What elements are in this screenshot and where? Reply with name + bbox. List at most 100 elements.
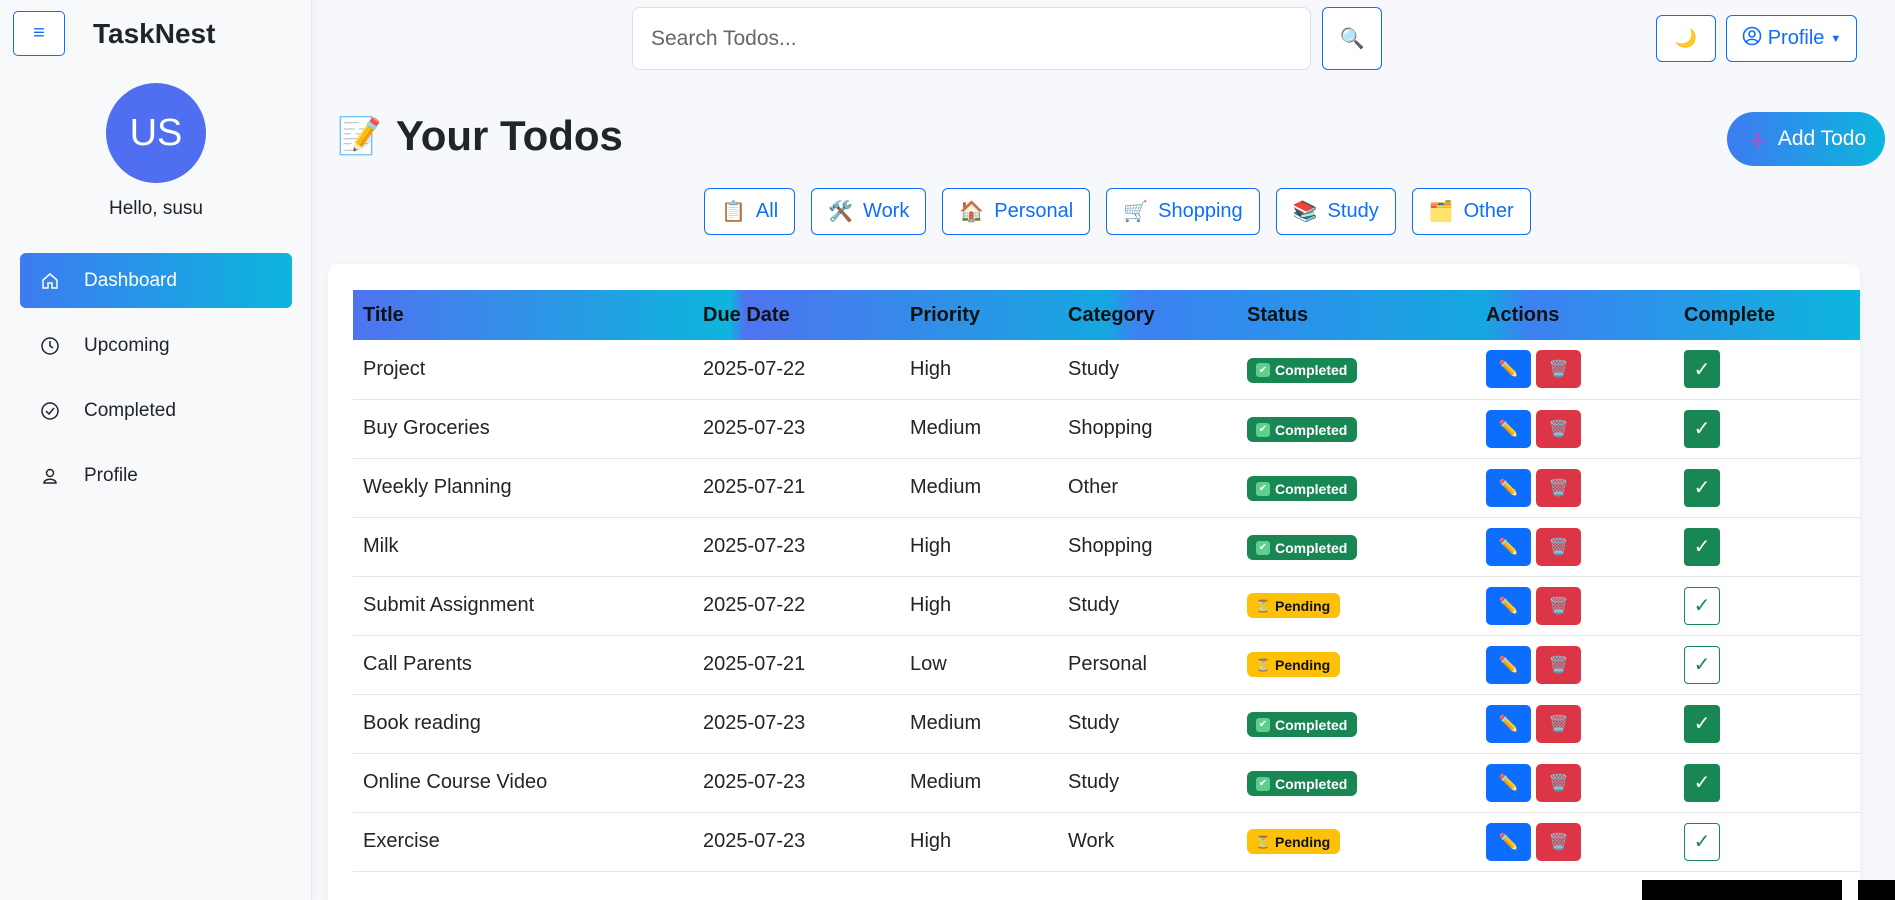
hamburger-menu-button[interactable]: ≡: [13, 11, 65, 56]
status-badge: ✔ Completed: [1247, 357, 1358, 383]
edit-button[interactable]: ✏️: [1486, 822, 1531, 861]
filter-personal[interactable]: 🏠 Personal: [942, 188, 1091, 235]
cell-title: Submit Assignment: [353, 576, 693, 636]
checkmark-icon: ✓: [1693, 536, 1711, 558]
cell-status: ✔ Completed: [1237, 517, 1476, 577]
filter-other[interactable]: 🗂️ Other: [1411, 188, 1531, 235]
delete-button[interactable]: 🗑️: [1536, 763, 1581, 802]
todo-table: Title Due Date Priority Category Status …: [353, 290, 1860, 872]
search-button[interactable]: 🔍: [1322, 7, 1382, 70]
filter-label: Personal: [994, 200, 1074, 222]
sidebar-item-label: Completed: [84, 399, 176, 421]
edit-button[interactable]: ✏️: [1486, 704, 1531, 743]
cell-complete: ✓: [1674, 635, 1860, 695]
status-badge: ✔ Completed: [1247, 712, 1358, 737]
sidebar-item-profile[interactable]: Profile: [20, 448, 292, 503]
delete-button[interactable]: 🗑️: [1536, 822, 1581, 861]
sidebar-item-upcoming[interactable]: Upcoming: [20, 318, 292, 373]
complete-toggle-button[interactable]: ✓: [1684, 763, 1720, 802]
trash-icon: 🗑️: [1548, 715, 1569, 733]
edit-button[interactable]: ✏️: [1486, 409, 1531, 448]
delete-button[interactable]: 🗑️: [1536, 704, 1581, 743]
cell-status: ✔ Completed: [1237, 694, 1476, 754]
avatar[interactable]: US: [106, 83, 206, 183]
delete-button[interactable]: 🗑️: [1536, 409, 1581, 448]
cell-due-date: 2025-07-21: [693, 458, 900, 518]
delete-button[interactable]: 🗑️: [1536, 350, 1581, 389]
table-header-row: Title Due Date Priority Category Status …: [353, 290, 1860, 340]
edit-button[interactable]: ✏️: [1486, 468, 1531, 507]
cell-category: Shopping: [1058, 399, 1237, 459]
delete-button[interactable]: 🗑️: [1536, 468, 1581, 507]
table-row: Weekly Planning 2025-07-21 Medium Other ✔ Com…: [353, 458, 1860, 518]
add-todo-button[interactable]: ＋ Add Todo: [1727, 112, 1885, 166]
cart-icon: 🛒: [1123, 201, 1149, 223]
theme-toggle-button[interactable]: 🌙: [1656, 15, 1716, 62]
cell-category: Work: [1058, 812, 1237, 872]
status-label: Pending: [1275, 833, 1331, 850]
cell-complete: ✓: [1674, 694, 1860, 754]
trash-icon: 🗑️: [1548, 597, 1569, 615]
status-label: Completed: [1275, 362, 1348, 379]
cell-priority: Medium: [900, 399, 1058, 459]
filter-shopping[interactable]: 🛒 Shopping: [1106, 188, 1260, 235]
checkmark-icon: ✓: [1693, 772, 1711, 794]
cell-priority: High: [900, 517, 1058, 577]
edit-button[interactable]: ✏️: [1486, 763, 1531, 802]
complete-toggle-button[interactable]: ✓: [1684, 822, 1720, 861]
table-row: Buy Groceries 2025-07-23 Medium Shopping ✔ Co…: [353, 399, 1860, 459]
status-badge: ✔ Completed: [1247, 476, 1358, 501]
column-header-status[interactable]: Status: [1237, 290, 1476, 340]
column-header-category[interactable]: Category: [1058, 290, 1237, 340]
checkmark-box-icon: ✔: [1256, 717, 1270, 732]
profile-dropdown-button[interactable]: Profile ▼: [1726, 15, 1857, 62]
cell-category: Study: [1058, 753, 1237, 813]
menu-icon: ≡: [33, 22, 45, 44]
status-label: Pending: [1275, 597, 1331, 614]
sidebar-item-label: Profile: [84, 464, 138, 486]
sidebar-item-dashboard[interactable]: Dashboard: [20, 253, 292, 308]
edit-button[interactable]: ✏️: [1486, 645, 1531, 684]
delete-button[interactable]: 🗑️: [1536, 645, 1581, 684]
edit-button[interactable]: ✏️: [1486, 527, 1531, 566]
column-header-title[interactable]: Title: [353, 290, 693, 340]
cell-actions: ✏️ 🗑️: [1476, 635, 1674, 695]
todo-table-card: Title Due Date Priority Category Status …: [328, 264, 1860, 900]
complete-toggle-button[interactable]: ✓: [1684, 704, 1720, 743]
edit-button[interactable]: ✏️: [1486, 350, 1531, 389]
complete-toggle-button[interactable]: ✓: [1684, 586, 1720, 625]
cell-actions: ✏️ 🗑️: [1476, 753, 1674, 813]
column-header-priority[interactable]: Priority: [900, 290, 1058, 340]
status-label: Completed: [1275, 421, 1348, 438]
complete-toggle-button[interactable]: ✓: [1684, 527, 1720, 566]
filter-all[interactable]: 📋 All: [704, 188, 796, 235]
sidebar-item-completed[interactable]: Completed: [20, 383, 292, 438]
cell-status: ⏳ Pending: [1237, 635, 1476, 695]
cell-title: Exercise: [353, 812, 693, 872]
edit-button[interactable]: ✏️: [1486, 586, 1531, 625]
pencil-icon: ✏️: [1498, 597, 1519, 615]
complete-toggle-button[interactable]: ✓: [1684, 645, 1720, 684]
filter-label: Other: [1463, 200, 1514, 222]
cell-complete: ✓: [1674, 812, 1860, 872]
cell-title: Call Parents: [353, 635, 693, 695]
complete-toggle-button[interactable]: ✓: [1684, 409, 1720, 448]
cell-category: Shopping: [1058, 517, 1237, 577]
cell-complete: ✓: [1674, 576, 1860, 636]
books-icon: 📚: [1292, 201, 1318, 223]
checkmark-icon: ✓: [1693, 477, 1711, 499]
hourglass-icon: ⏳: [1255, 834, 1271, 849]
search-input[interactable]: [632, 7, 1311, 70]
delete-button[interactable]: 🗑️: [1536, 586, 1581, 625]
complete-toggle-button[interactable]: ✓: [1684, 350, 1720, 389]
memo-icon: 📝: [337, 115, 382, 156]
filter-study[interactable]: 📚 Study: [1275, 188, 1396, 235]
table-row: Project 2025-07-22 High Study ✔ Completed ✏️ 🗑️…: [353, 340, 1860, 400]
delete-button[interactable]: 🗑️: [1536, 527, 1581, 566]
cell-status: ⏳ Pending: [1237, 812, 1476, 872]
column-header-due-date[interactable]: Due Date: [693, 290, 900, 340]
cell-complete: ✓: [1674, 458, 1860, 518]
column-header-complete: Complete: [1684, 303, 1776, 326]
filter-work[interactable]: 🛠️ Work: [811, 188, 927, 235]
complete-toggle-button[interactable]: ✓: [1684, 468, 1720, 507]
